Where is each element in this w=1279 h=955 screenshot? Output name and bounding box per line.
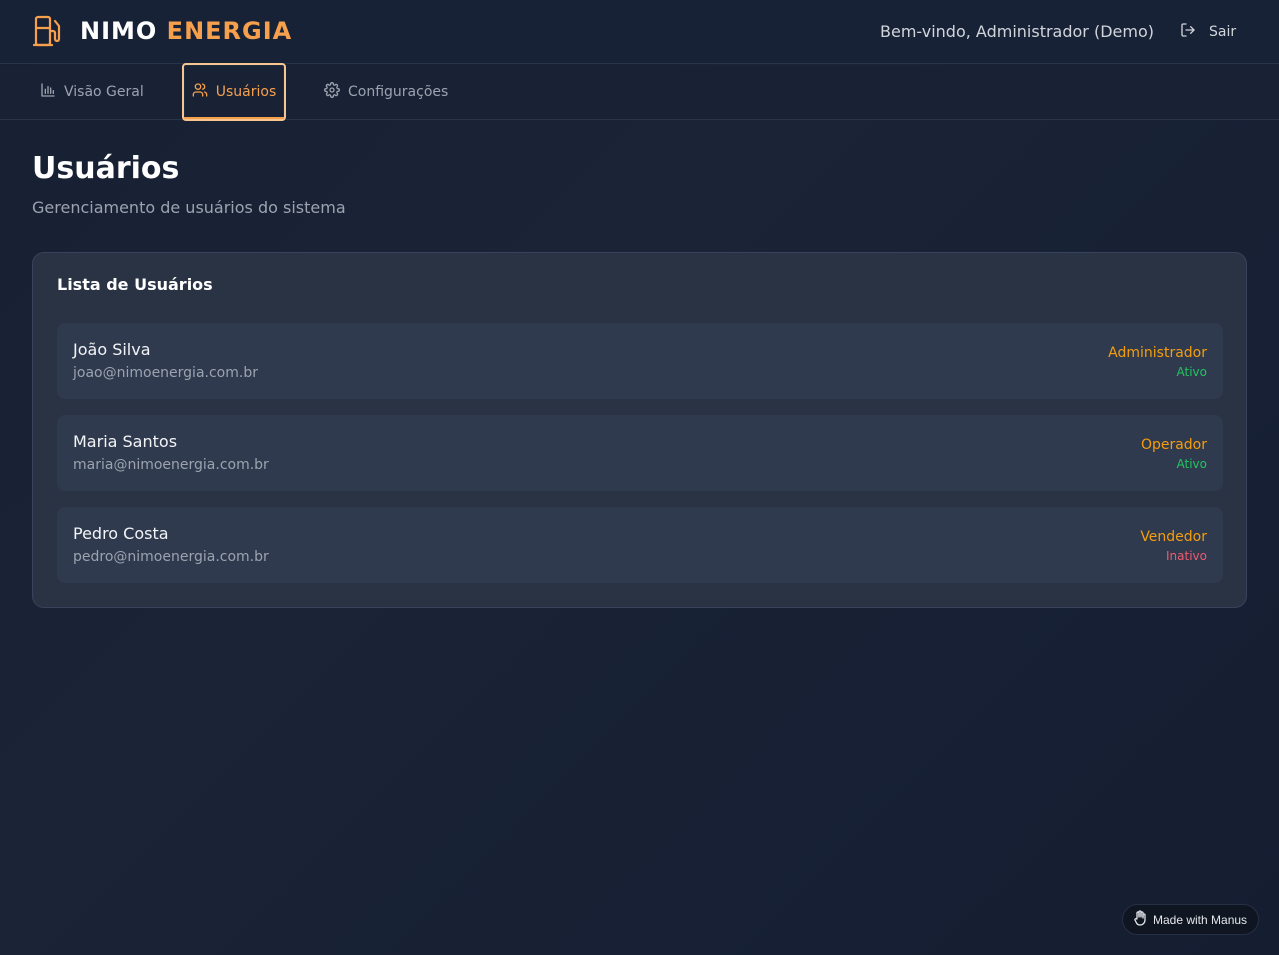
tab-label: Visão Geral [64, 84, 144, 100]
gear-icon [324, 82, 340, 102]
brand-primary: NIMO [80, 17, 158, 45]
list-item[interactable]: Maria Santos maria@nimoenergia.com.br Op… [57, 415, 1223, 491]
bar-chart-icon [40, 82, 56, 102]
brand-accent: ENERGIA [166, 17, 293, 45]
fuel-pump-icon [33, 14, 63, 48]
top-header: NIMO ENERGIA Bem-vindo, Administrador (D… [0, 0, 1279, 64]
user-role: Administrador [1108, 345, 1207, 361]
user-email: pedro@nimoenergia.com.br [73, 549, 269, 565]
user-name: Maria Santos [73, 432, 178, 451]
user-list-card: Lista de Usuários João Silva joao@nimoen… [32, 252, 1247, 608]
tab-bar: Visão Geral Usuários Configurações [0, 63, 1279, 121]
made-with-manus-badge[interactable]: Made with Manus [1122, 904, 1259, 935]
user-email: maria@nimoenergia.com.br [73, 457, 269, 473]
card-title: Lista de Usuários [57, 275, 213, 294]
status-badge: Ativo [1176, 365, 1207, 379]
users-icon [192, 82, 208, 102]
user-role: Operador [1140, 437, 1207, 453]
manus-hand-icon [1134, 909, 1148, 930]
user-name: Pedro Costa [73, 524, 169, 543]
status-badge: Ativo [1176, 457, 1207, 471]
page-subtitle: Gerenciamento de usuários do sistema [32, 198, 346, 217]
page-title: Usuários [32, 151, 180, 186]
list-item[interactable]: João Silva joao@nimoenergia.com.br Admin… [57, 323, 1223, 399]
tab-settings[interactable]: Configurações [316, 65, 456, 119]
tab-label: Configurações [348, 84, 449, 100]
brand[interactable]: NIMO ENERGIA [33, 14, 292, 48]
tab-users[interactable]: Usuários [182, 63, 286, 121]
tab-overview[interactable]: Visão Geral [32, 65, 152, 119]
welcome-message: Bem-vindo, Administrador (Demo) [880, 22, 1154, 41]
logout-label: Sair [1209, 24, 1237, 40]
user-email: joao@nimoenergia.com.br [73, 365, 258, 381]
user-role: Vendedor [1140, 529, 1207, 545]
list-item[interactable]: Pedro Costa pedro@nimoenergia.com.br Ven… [57, 507, 1223, 583]
badge-label: Made with Manus [1153, 912, 1248, 927]
logout-icon [1180, 22, 1196, 42]
brand-name: NIMO ENERGIA [80, 15, 292, 47]
status-badge: Inativo [1166, 549, 1207, 563]
logout-button[interactable]: Sair [1172, 16, 1246, 48]
user-name: João Silva [73, 340, 151, 359]
tab-label: Usuários [215, 84, 277, 100]
